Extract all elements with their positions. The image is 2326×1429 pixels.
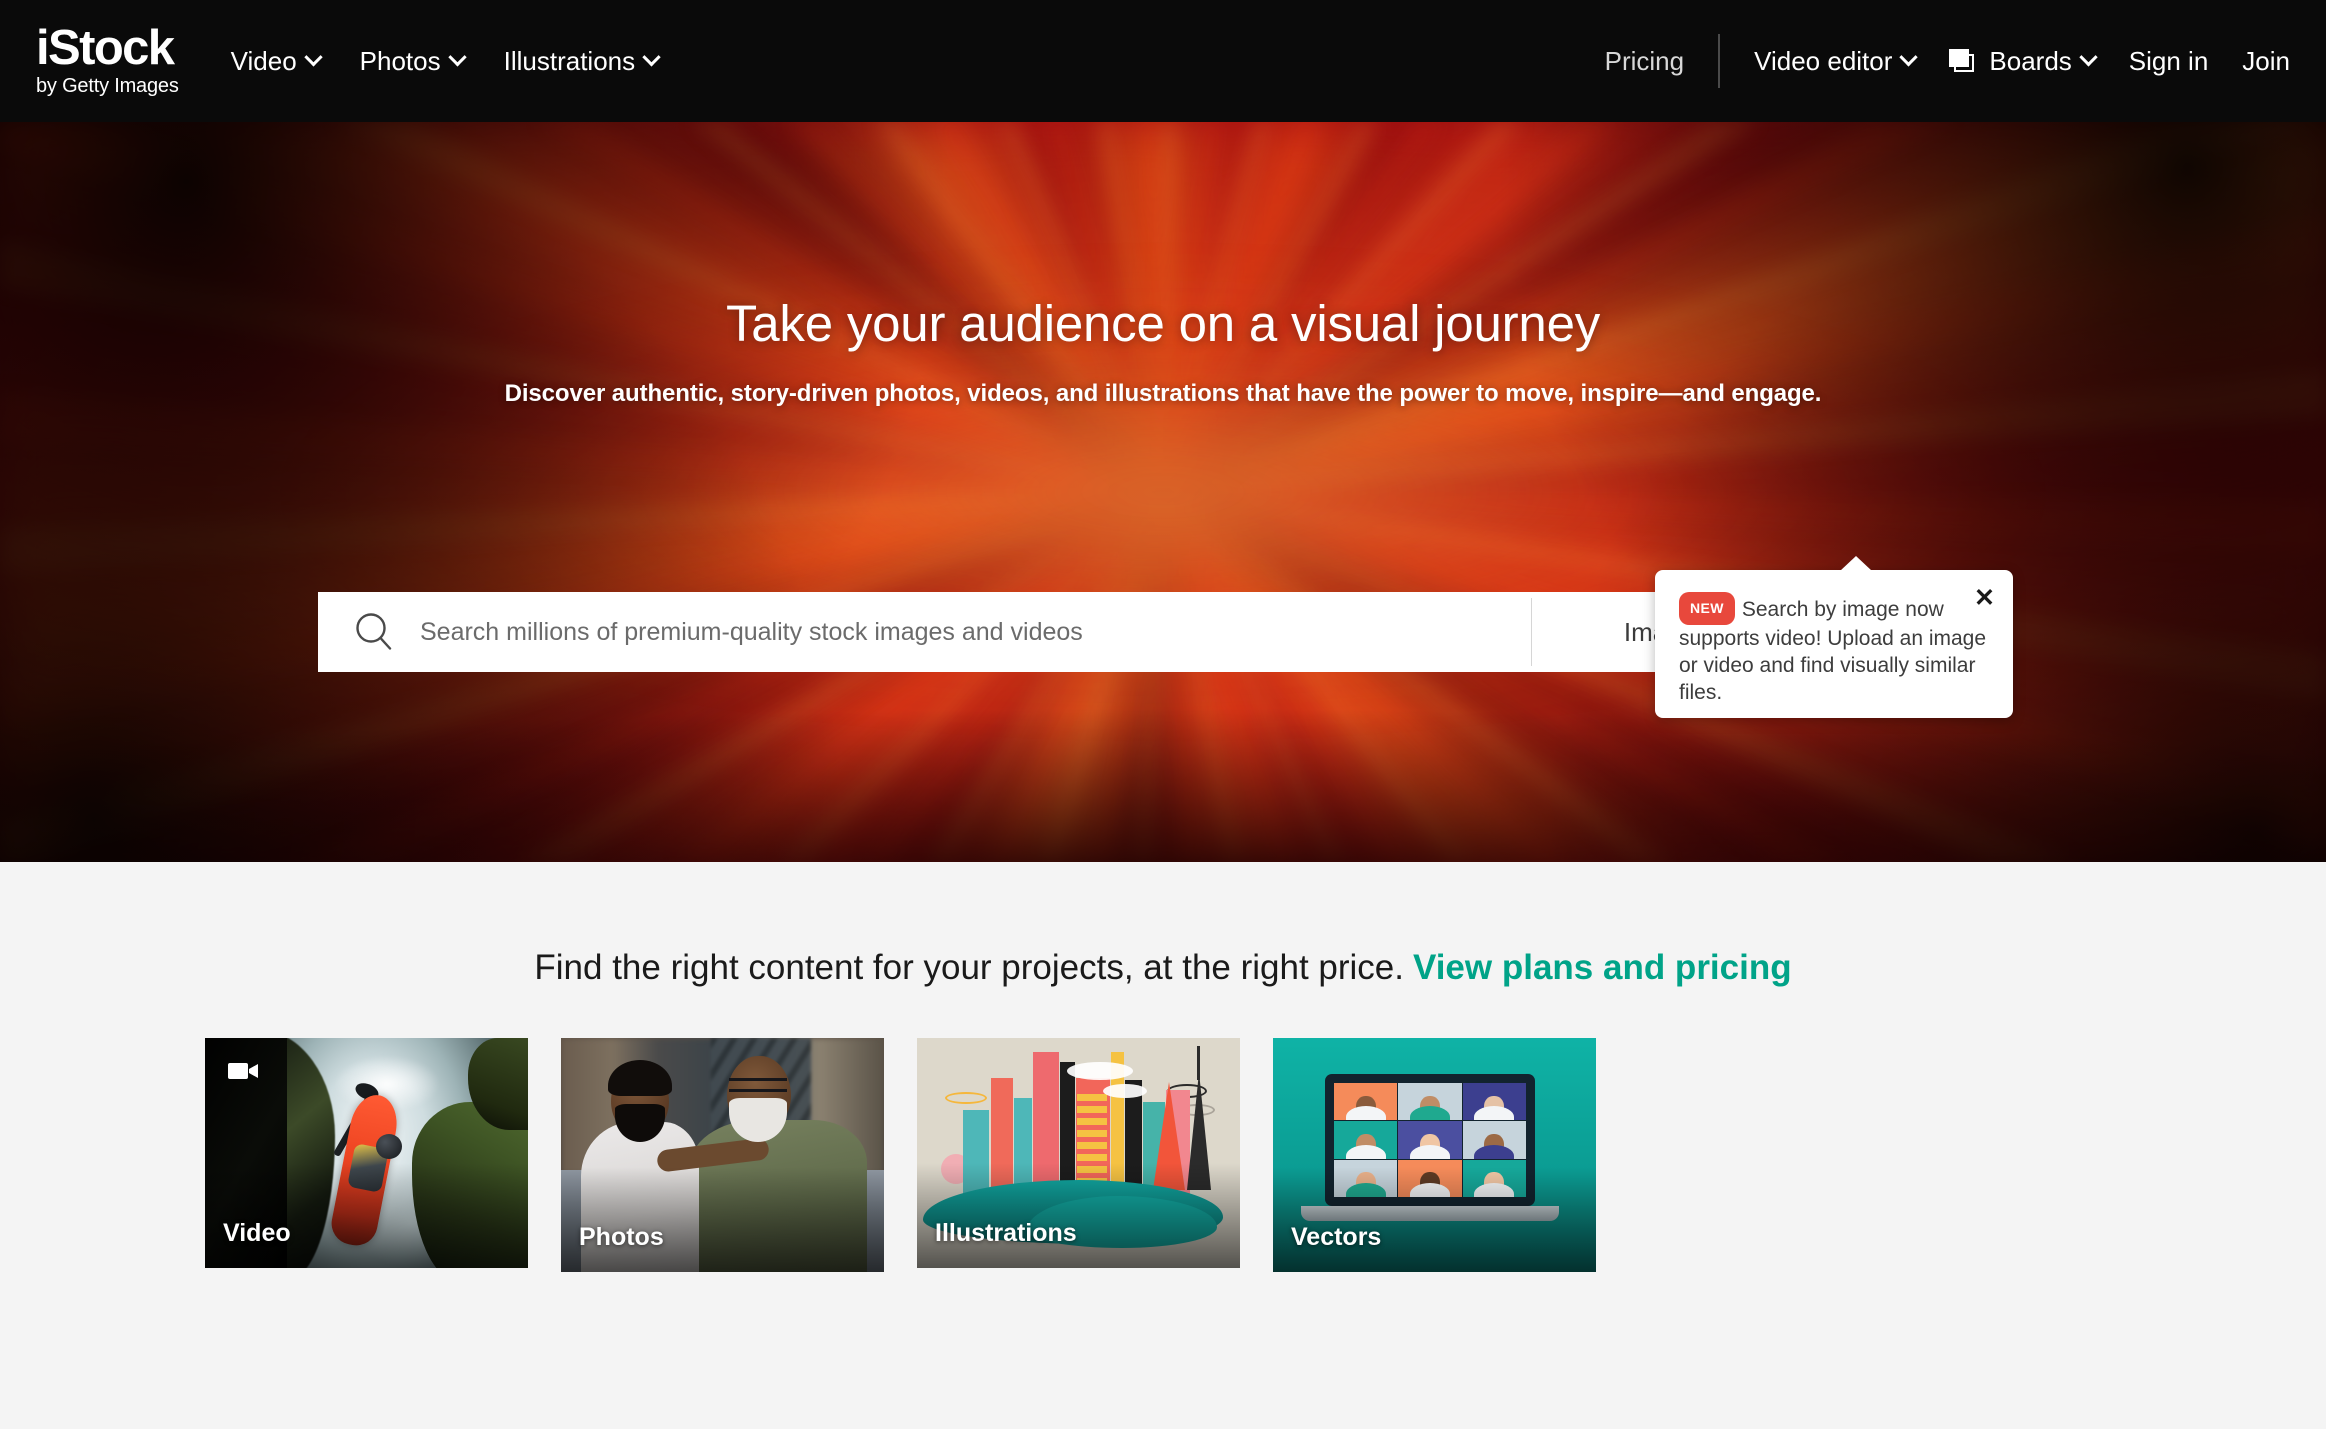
nav-item-illustrations[interactable]: Illustrations xyxy=(503,45,661,77)
search-by-image-tooltip: ✕ NEW Search by image now supports video!… xyxy=(1655,556,2013,718)
card-video[interactable]: Video xyxy=(205,1038,528,1268)
video-camera-icon xyxy=(223,1054,265,1088)
pricing-headline-text: Find the right content for your projects… xyxy=(534,948,1404,987)
nav-divider xyxy=(1718,34,1721,88)
card-scrim xyxy=(1273,1167,1596,1272)
card-scrim xyxy=(205,1163,528,1268)
istock-logo[interactable]: iStock by Getty Images xyxy=(36,24,179,98)
nav-item-pricing[interactable]: Pricing xyxy=(1605,46,1684,77)
card-photos[interactable]: Photos xyxy=(561,1038,884,1272)
view-plans-and-pricing-link[interactable]: View plans and pricing xyxy=(1413,948,1792,987)
hero-banner: Take your audience on a visual journey D… xyxy=(0,122,2326,862)
nav-item-label: Video xyxy=(230,45,297,76)
magnifier-icon xyxy=(352,610,396,654)
card-scrim xyxy=(561,1167,884,1272)
hero-subtitle: Discover authentic, story-driven photos,… xyxy=(504,380,1822,407)
boards-stacked-squares-icon xyxy=(1949,49,1975,73)
chevron-down-icon xyxy=(2079,47,2098,66)
nav-item-video[interactable]: Video xyxy=(230,45,323,77)
card-label: Video xyxy=(223,1219,291,1247)
nav-item-label: Video editor xyxy=(1754,45,1893,76)
nav-item-label: Photos xyxy=(359,45,441,76)
card-label: Illustrations xyxy=(935,1219,1077,1247)
chevron-down-icon xyxy=(642,47,661,66)
chevron-down-icon xyxy=(447,47,467,66)
content-type-cards: Video Photos Illustrations Vectors xyxy=(205,1038,1596,1272)
search-input[interactable] xyxy=(420,617,1531,647)
nav-item-label: Boards xyxy=(1989,45,2072,76)
site-header: iStock by Getty Images Video Photos Illu… xyxy=(0,0,2326,122)
join-link[interactable]: Join xyxy=(2242,46,2290,77)
nav-item-photos[interactable]: Photos xyxy=(359,45,467,77)
secondary-nav: Pricing Video editor Boards Sign in Join xyxy=(1605,34,2290,88)
nav-item-label: Illustrations xyxy=(503,45,636,76)
card-scrim xyxy=(917,1163,1240,1268)
nav-item-video-editor[interactable]: Video editor xyxy=(1754,45,1919,77)
card-vectors[interactable]: Vectors xyxy=(1273,1038,1596,1272)
card-label: Vectors xyxy=(1291,1223,1382,1251)
search-input-wrapper xyxy=(318,592,1531,672)
close-icon[interactable]: ✕ xyxy=(1974,586,1995,611)
tooltip-text: NEW Search by image now supports video! U… xyxy=(1679,592,1989,706)
logo-wordmark: iStock xyxy=(36,21,175,75)
sign-in-link[interactable]: Sign in xyxy=(2129,46,2209,77)
hero-title: Take your audience on a visual journey xyxy=(725,295,1601,352)
card-illustrations[interactable]: Illustrations xyxy=(917,1038,1240,1268)
nav-item-boards[interactable]: Boards xyxy=(1949,45,2098,77)
pricing-headline: Find the right content for your projects… xyxy=(0,948,2326,988)
chevron-down-icon xyxy=(303,47,323,66)
chevron-down-icon xyxy=(1899,47,1919,66)
pricing-section: Find the right content for your projects… xyxy=(0,862,2326,1429)
new-badge: NEW xyxy=(1679,592,1735,625)
card-label: Photos xyxy=(579,1223,664,1251)
primary-nav: Video Photos Illustrations xyxy=(230,45,661,77)
logo-tagline: by Getty Images xyxy=(36,75,179,97)
